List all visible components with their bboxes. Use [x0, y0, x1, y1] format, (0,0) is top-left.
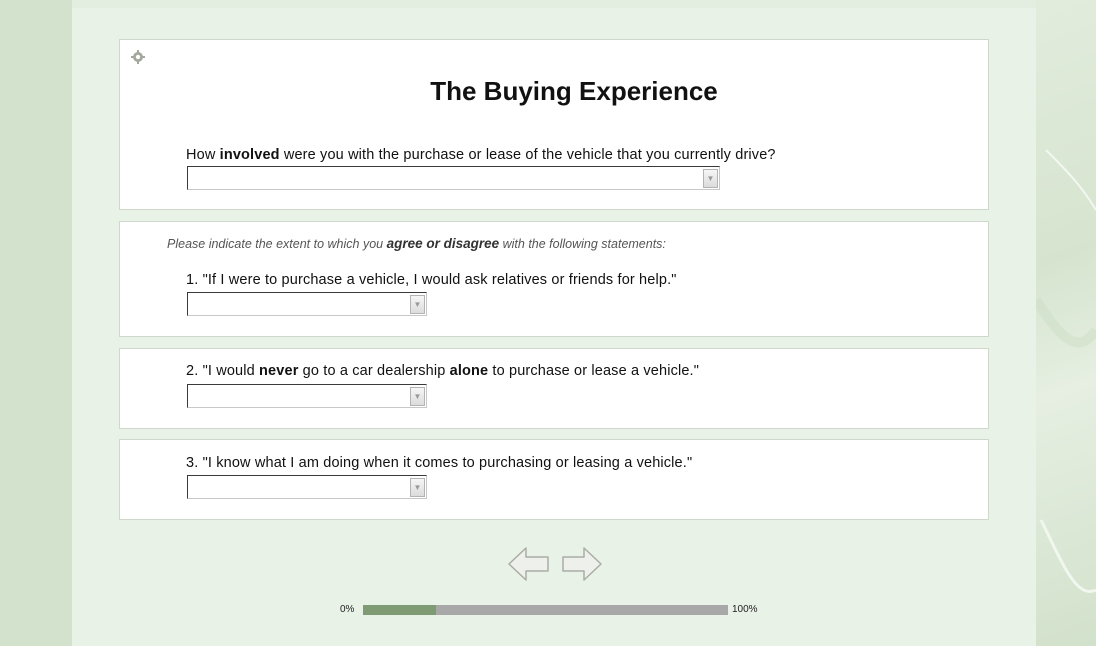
question-involvement: How involved were you with the purchase … — [186, 147, 776, 163]
statement-2-select[interactable]: ▼ — [187, 384, 427, 408]
progress-fill — [363, 605, 436, 615]
statement-3-select[interactable]: ▼ — [187, 475, 427, 499]
left-arrow-icon[interactable] — [508, 547, 549, 581]
involvement-select[interactable]: ▼ — [187, 166, 720, 190]
statement-emphasis: never — [259, 363, 299, 379]
statement-text: to purchase or lease a vehicle." — [488, 363, 700, 379]
question-emphasis: involved — [219, 147, 280, 163]
next-button[interactable] — [562, 547, 602, 581]
background-right-decoration — [1036, 0, 1096, 646]
statement-panel-2: 2. "I would never go to a car dealership… — [119, 348, 989, 429]
navigation-buttons — [507, 545, 603, 583]
progress-track — [363, 605, 728, 615]
instructions: Please indicate the extent to which you … — [167, 236, 666, 251]
dropdown-arrow-icon[interactable]: ▼ — [410, 387, 425, 406]
statement-1-select[interactable]: ▼ — [187, 292, 427, 316]
dropdown-arrow-icon[interactable]: ▼ — [410, 295, 425, 314]
background-left — [0, 0, 72, 646]
dropdown-arrow-icon[interactable]: ▼ — [703, 169, 718, 188]
progress-end-label: 100% — [732, 604, 758, 615]
statement-1: 1. "If I were to purchase a vehicle, I w… — [186, 272, 677, 288]
statement-panel-3: 3. "I know what I am doing when it comes… — [119, 439, 989, 520]
right-arrow-icon[interactable] — [562, 547, 602, 581]
question-panel-involvement: The Buying Experience How involved were … — [119, 39, 989, 210]
question-text: How — [186, 147, 220, 163]
statement-panel-1: Please indicate the extent to which you … — [119, 221, 989, 337]
progress-bar: 0% 100% — [340, 604, 800, 616]
back-button[interactable] — [508, 547, 549, 581]
instructions-text: Please indicate the extent to which you — [167, 237, 387, 251]
survey-page: The Buying Experience How involved were … — [72, 8, 1036, 646]
gear-icon[interactable] — [131, 50, 145, 64]
statement-2: 2. "I would never go to a car dealership… — [186, 363, 699, 379]
dropdown-arrow-icon[interactable]: ▼ — [410, 478, 425, 497]
progress-start-label: 0% — [340, 604, 355, 615]
top-strip — [72, 0, 1036, 8]
question-text: were you with the purchase or lease of t… — [279, 147, 776, 163]
statement-text: go to a car dealership — [298, 363, 450, 379]
page-title: The Buying Experience — [430, 76, 718, 106]
instructions-text: with the following statements: — [499, 237, 666, 251]
statement-3: 3. "I know what I am doing when it comes… — [186, 455, 693, 471]
instructions-emphasis: agree or disagree — [386, 236, 500, 251]
statement-text: 2. "I would — [186, 363, 260, 379]
statement-emphasis: alone — [449, 363, 489, 379]
